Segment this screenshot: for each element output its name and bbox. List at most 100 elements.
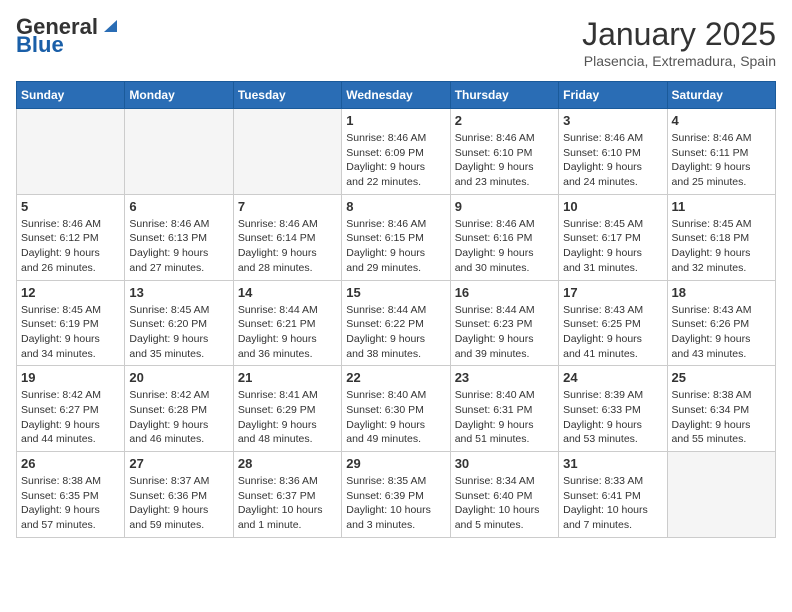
day-number: 29 <box>346 456 445 471</box>
weekday-header-monday: Monday <box>125 82 233 109</box>
day-number: 27 <box>129 456 228 471</box>
calendar-cell: 20 Sunrise: 8:42 AM Sunset: 6:28 PM Dayli… <box>125 366 233 452</box>
day-info: Sunrise: 8:38 AM Sunset: 6:35 PM Dayligh… <box>21 474 120 533</box>
day-info: Sunrise: 8:46 AM Sunset: 6:12 PM Dayligh… <box>21 217 120 276</box>
location-subtitle: Plasencia, Extremadura, Spain <box>582 53 776 69</box>
day-number: 12 <box>21 285 120 300</box>
day-info: Sunrise: 8:37 AM Sunset: 6:36 PM Dayligh… <box>129 474 228 533</box>
day-info: Sunrise: 8:42 AM Sunset: 6:28 PM Dayligh… <box>129 388 228 447</box>
day-number: 5 <box>21 199 120 214</box>
day-info: Sunrise: 8:40 AM Sunset: 6:31 PM Dayligh… <box>455 388 554 447</box>
day-info: Sunrise: 8:45 AM Sunset: 6:17 PM Dayligh… <box>563 217 662 276</box>
calendar-cell <box>17 109 125 195</box>
calendar-cell: 23 Sunrise: 8:40 AM Sunset: 6:31 PM Dayli… <box>450 366 558 452</box>
day-info: Sunrise: 8:40 AM Sunset: 6:30 PM Dayligh… <box>346 388 445 447</box>
day-info: Sunrise: 8:39 AM Sunset: 6:33 PM Dayligh… <box>563 388 662 447</box>
day-number: 1 <box>346 113 445 128</box>
day-number: 21 <box>238 370 337 385</box>
day-number: 7 <box>238 199 337 214</box>
calendar-cell: 25 Sunrise: 8:38 AM Sunset: 6:34 PM Dayli… <box>667 366 775 452</box>
month-title: January 2025 <box>582 16 776 53</box>
calendar-cell: 30 Sunrise: 8:34 AM Sunset: 6:40 PM Dayli… <box>450 452 558 538</box>
logo-icon <box>99 16 117 34</box>
day-info: Sunrise: 8:44 AM Sunset: 6:22 PM Dayligh… <box>346 303 445 362</box>
calendar-cell: 15 Sunrise: 8:44 AM Sunset: 6:22 PM Dayli… <box>342 280 450 366</box>
day-info: Sunrise: 8:46 AM Sunset: 6:09 PM Dayligh… <box>346 131 445 190</box>
day-info: Sunrise: 8:46 AM Sunset: 6:10 PM Dayligh… <box>455 131 554 190</box>
calendar-cell: 10 Sunrise: 8:45 AM Sunset: 6:17 PM Dayli… <box>559 194 667 280</box>
day-number: 28 <box>238 456 337 471</box>
day-number: 9 <box>455 199 554 214</box>
calendar-table: SundayMondayTuesdayWednesdayThursdayFrid… <box>16 81 776 538</box>
day-info: Sunrise: 8:46 AM Sunset: 6:15 PM Dayligh… <box>346 217 445 276</box>
day-number: 15 <box>346 285 445 300</box>
day-info: Sunrise: 8:34 AM Sunset: 6:40 PM Dayligh… <box>455 474 554 533</box>
calendar-cell: 16Sunrise: 8:44 AM Sunset: 6:23 PM Dayli… <box>450 280 558 366</box>
day-number: 25 <box>672 370 771 385</box>
day-info: Sunrise: 8:46 AM Sunset: 6:14 PM Dayligh… <box>238 217 337 276</box>
day-info: Sunrise: 8:46 AM Sunset: 6:11 PM Dayligh… <box>672 131 771 190</box>
calendar-cell <box>125 109 233 195</box>
calendar-cell: 2 Sunrise: 8:46 AM Sunset: 6:10 PM Daylig… <box>450 109 558 195</box>
day-number: 13 <box>129 285 228 300</box>
logo-blue: Blue <box>16 34 64 56</box>
weekday-header-friday: Friday <box>559 82 667 109</box>
title-block: January 2025 Plasencia, Extremadura, Spa… <box>582 16 776 69</box>
calendar-cell: 29 Sunrise: 8:35 AM Sunset: 6:39 PM Dayli… <box>342 452 450 538</box>
calendar-cell: 19 Sunrise: 8:42 AM Sunset: 6:27 PM Dayli… <box>17 366 125 452</box>
calendar-cell <box>667 452 775 538</box>
day-number: 18 <box>672 285 771 300</box>
day-info: Sunrise: 8:44 AM Sunset: 6:21 PM Dayligh… <box>238 303 337 362</box>
calendar-cell: 4 Sunrise: 8:46 AM Sunset: 6:11 PM Daylig… <box>667 109 775 195</box>
day-number: 10 <box>563 199 662 214</box>
day-number: 6 <box>129 199 228 214</box>
calendar-week-5: 26Sunrise: 8:38 AM Sunset: 6:35 PM Dayli… <box>17 452 776 538</box>
day-info: Sunrise: 8:41 AM Sunset: 6:29 PM Dayligh… <box>238 388 337 447</box>
day-number: 8 <box>346 199 445 214</box>
calendar-cell: 12Sunrise: 8:45 AM Sunset: 6:19 PM Dayli… <box>17 280 125 366</box>
calendar-cell: 24 Sunrise: 8:39 AM Sunset: 6:33 PM Dayli… <box>559 366 667 452</box>
day-number: 17 <box>563 285 662 300</box>
day-info: Sunrise: 8:44 AM Sunset: 6:23 PM Dayligh… <box>455 303 554 362</box>
day-info: Sunrise: 8:35 AM Sunset: 6:39 PM Dayligh… <box>346 474 445 533</box>
calendar-week-2: 5 Sunrise: 8:46 AM Sunset: 6:12 PM Daylig… <box>17 194 776 280</box>
calendar-cell: 26Sunrise: 8:38 AM Sunset: 6:35 PM Dayli… <box>17 452 125 538</box>
weekday-header-sunday: Sunday <box>17 82 125 109</box>
calendar-cell: 5 Sunrise: 8:46 AM Sunset: 6:12 PM Daylig… <box>17 194 125 280</box>
day-number: 2 <box>455 113 554 128</box>
day-info: Sunrise: 8:36 AM Sunset: 6:37 PM Dayligh… <box>238 474 337 533</box>
day-info: Sunrise: 8:42 AM Sunset: 6:27 PM Dayligh… <box>21 388 120 447</box>
weekday-header-tuesday: Tuesday <box>233 82 341 109</box>
day-number: 22 <box>346 370 445 385</box>
day-info: Sunrise: 8:33 AM Sunset: 6:41 PM Dayligh… <box>563 474 662 533</box>
page-header: General Blue January 2025 Plasencia, Ext… <box>16 16 776 69</box>
day-number: 24 <box>563 370 662 385</box>
calendar-cell: 3Sunrise: 8:46 AM Sunset: 6:10 PM Daylig… <box>559 109 667 195</box>
day-number: 19 <box>21 370 120 385</box>
calendar-cell: 21 Sunrise: 8:41 AM Sunset: 6:29 PM Dayli… <box>233 366 341 452</box>
calendar-cell: 11 Sunrise: 8:45 AM Sunset: 6:18 PM Dayli… <box>667 194 775 280</box>
day-info: Sunrise: 8:38 AM Sunset: 6:34 PM Dayligh… <box>672 388 771 447</box>
day-info: Sunrise: 8:46 AM Sunset: 6:16 PM Dayligh… <box>455 217 554 276</box>
day-number: 23 <box>455 370 554 385</box>
calendar-cell: 27 Sunrise: 8:37 AM Sunset: 6:36 PM Dayli… <box>125 452 233 538</box>
day-info: Sunrise: 8:43 AM Sunset: 6:26 PM Dayligh… <box>672 303 771 362</box>
day-number: 4 <box>672 113 771 128</box>
day-info: Sunrise: 8:43 AM Sunset: 6:25 PM Dayligh… <box>563 303 662 362</box>
calendar-week-3: 12Sunrise: 8:45 AM Sunset: 6:19 PM Dayli… <box>17 280 776 366</box>
calendar-cell: 14Sunrise: 8:44 AM Sunset: 6:21 PM Dayli… <box>233 280 341 366</box>
calendar-cell: 31Sunrise: 8:33 AM Sunset: 6:41 PM Dayli… <box>559 452 667 538</box>
calendar-cell <box>233 109 341 195</box>
calendar-cell: 6 Sunrise: 8:46 AM Sunset: 6:13 PM Daylig… <box>125 194 233 280</box>
day-number: 3 <box>563 113 662 128</box>
day-info: Sunrise: 8:45 AM Sunset: 6:18 PM Dayligh… <box>672 217 771 276</box>
day-number: 20 <box>129 370 228 385</box>
calendar-cell: 8 Sunrise: 8:46 AM Sunset: 6:15 PM Daylig… <box>342 194 450 280</box>
calendar-cell: 1 Sunrise: 8:46 AM Sunset: 6:09 PM Daylig… <box>342 109 450 195</box>
day-info: Sunrise: 8:45 AM Sunset: 6:20 PM Dayligh… <box>129 303 228 362</box>
calendar-cell: 18 Sunrise: 8:43 AM Sunset: 6:26 PM Dayli… <box>667 280 775 366</box>
day-info: Sunrise: 8:46 AM Sunset: 6:13 PM Dayligh… <box>129 217 228 276</box>
day-number: 11 <box>672 199 771 214</box>
day-number: 30 <box>455 456 554 471</box>
calendar-cell: 13 Sunrise: 8:45 AM Sunset: 6:20 PM Dayli… <box>125 280 233 366</box>
